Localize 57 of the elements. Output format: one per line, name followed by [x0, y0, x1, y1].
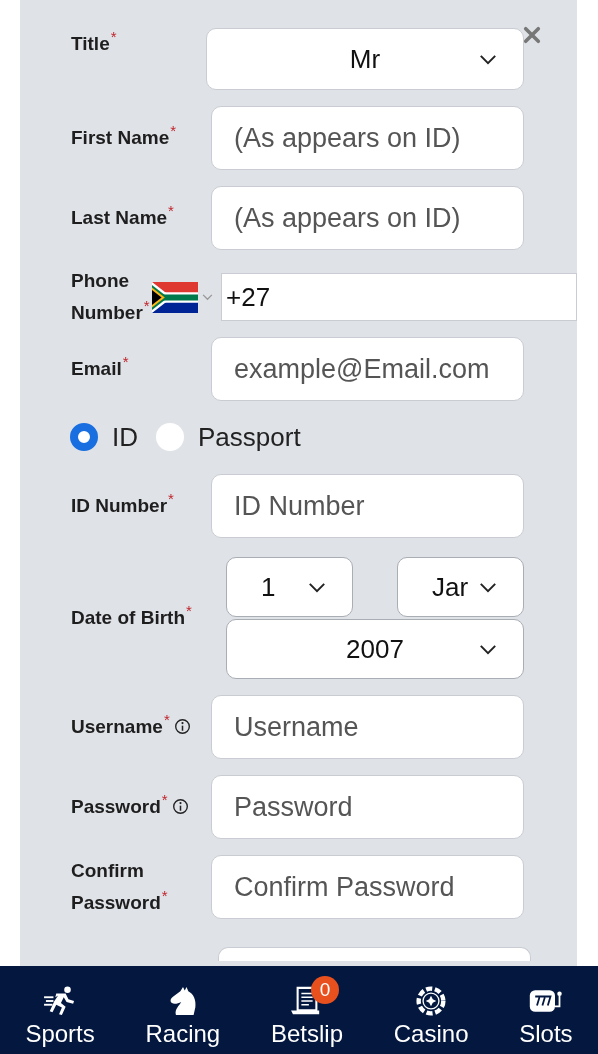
nav-label: Slots — [519, 1020, 573, 1048]
count-badge: 0 — [311, 976, 339, 1004]
field-label: Date of Birth — [71, 607, 185, 628]
nav-tab[interactable]: Racing — [145, 972, 221, 1048]
radio-button[interactable] — [70, 423, 98, 451]
nav-label: Racing — [145, 1020, 221, 1048]
nav-tab[interactable]: Casino — [393, 972, 469, 1048]
nav-tab[interactable]: Slots — [519, 972, 573, 1048]
field-label: First Name — [71, 127, 170, 148]
input-field[interactable]: (As appears on ID) — [211, 106, 524, 170]
required-mark: * — [186, 602, 192, 619]
info-icon[interactable] — [171, 798, 189, 815]
field-label: Title — [71, 33, 110, 54]
info-icon[interactable] — [173, 718, 191, 735]
flag-icon[interactable] — [152, 281, 198, 313]
input-field[interactable]: Password — [211, 775, 524, 839]
input-field[interactable] — [218, 947, 531, 961]
nav-tab[interactable]: Sports — [25, 972, 95, 1048]
radio-option[interactable]: Passport — [156, 421, 301, 453]
chevron-down-icon — [308, 582, 326, 593]
radio-button[interactable] — [156, 423, 184, 451]
field-label: Email — [71, 358, 122, 379]
field-label: ID Number — [71, 495, 168, 516]
input-field[interactable]: Username — [211, 695, 524, 759]
nav-label: Sports — [25, 1020, 95, 1048]
input-field[interactable]: ID Number — [211, 474, 524, 538]
field-label: Password — [71, 796, 161, 817]
nav-label: Betslip — [270, 1020, 343, 1048]
chevron-down-icon — [202, 293, 213, 301]
year-select[interactable]: 2007 — [226, 619, 524, 679]
chevron-down-icon — [479, 54, 497, 65]
title-select[interactable]: Mr — [206, 28, 524, 90]
required-mark: * — [161, 887, 168, 904]
field-label: Confirm Password — [71, 860, 161, 913]
close-icon[interactable] — [523, 26, 541, 44]
required-mark: * — [161, 791, 168, 808]
field-label: Phone Number — [71, 270, 143, 323]
field-label: Last Name — [71, 207, 168, 228]
required-mark: * — [170, 122, 177, 139]
required-mark: * — [168, 490, 174, 507]
input-field[interactable]: Confirm Password — [211, 855, 524, 919]
chevron-down-icon — [479, 644, 497, 655]
required-mark: * — [122, 353, 129, 370]
required-mark: * — [168, 202, 174, 219]
input-field[interactable]: (As appears on ID) — [211, 186, 524, 250]
chevron-down-icon — [479, 582, 497, 593]
radio-option[interactable]: ID — [70, 421, 138, 453]
input-field[interactable]: example@Email.com — [211, 337, 524, 401]
required-mark: * — [110, 28, 117, 45]
field-label: Username — [71, 716, 163, 737]
day-select[interactable]: 1 — [226, 557, 353, 617]
month-select[interactable]: Jar — [397, 557, 524, 617]
required-mark: * — [163, 711, 170, 728]
nav-tab[interactable]: 0 Betslip — [270, 972, 343, 1048]
nav-label: Casino — [393, 1020, 469, 1048]
phone-input[interactable]: +27 — [221, 273, 577, 321]
required-mark: * — [143, 297, 150, 314]
